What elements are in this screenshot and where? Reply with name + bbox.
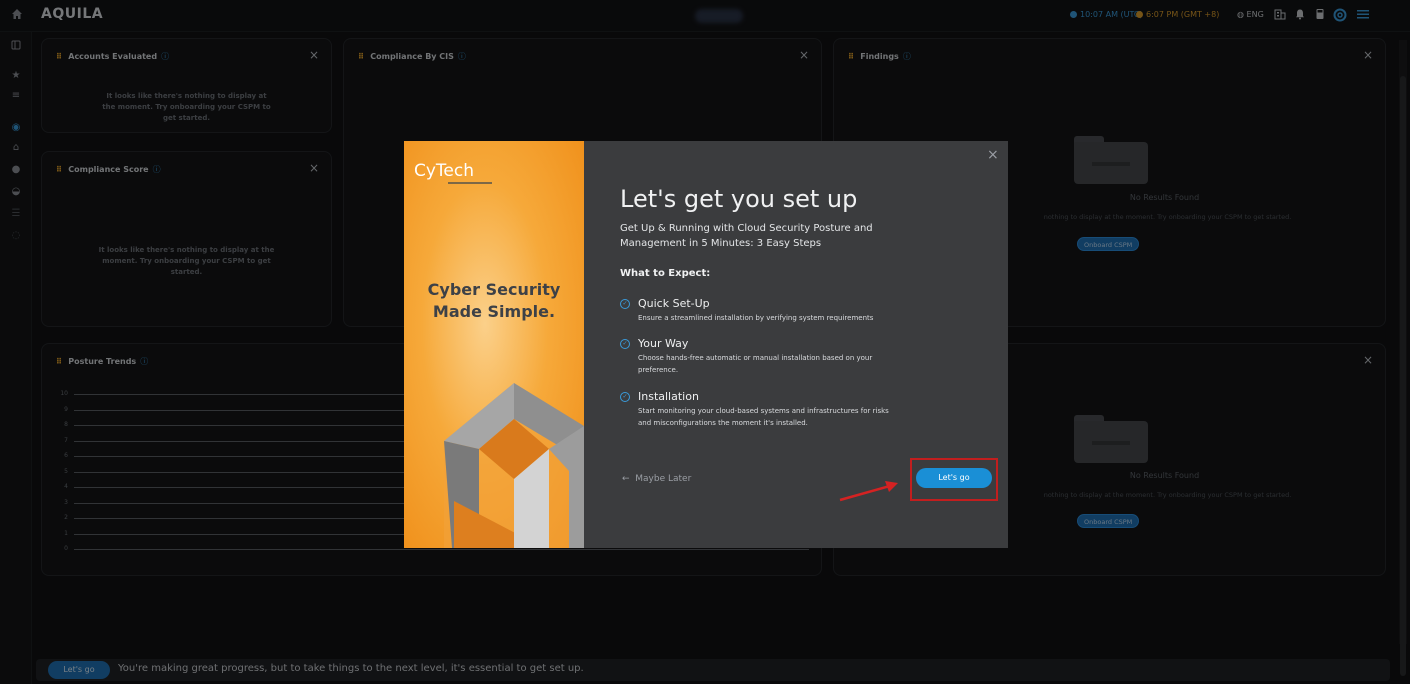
expect-heading: What to Expect: [620, 268, 711, 279]
check-circle-icon: ✓ [620, 392, 630, 402]
modal-brand-panel: CyTech Cyber Security Made Simple. [404, 141, 584, 548]
close-icon[interactable]: × [987, 147, 999, 163]
step-title: Quick Set-Up [638, 297, 710, 310]
step-title: Your Way [638, 337, 689, 350]
step-description: Start monitoring your cloud-based system… [638, 407, 889, 427]
logo-underline [448, 182, 492, 184]
step-title: Installation [638, 390, 699, 403]
cytech-logo: CyTech [414, 161, 475, 181]
step-description: Ensure a streamlined installation by ver… [638, 314, 874, 322]
lets-go-button[interactable]: Let's go [916, 468, 992, 488]
arrow-left-icon: ← [622, 474, 630, 484]
modal-content-panel: × Let's get you set up Get Up & Running … [584, 141, 1008, 548]
check-circle-icon: ✓ [620, 339, 630, 349]
annotation-arrow [839, 481, 898, 502]
step-description: Choose hands-free automatic or manual in… [638, 354, 873, 374]
modal-title: Let's get you set up [620, 185, 858, 213]
cube-illustration [444, 383, 584, 548]
check-circle-icon: ✓ [620, 299, 630, 309]
maybe-later-link[interactable]: ← Maybe Later [622, 474, 691, 484]
brand-tagline: Cyber Security Made Simple. [427, 280, 561, 321]
modal-subtitle: Get Up & Running with Cloud Security Pos… [620, 223, 873, 249]
setup-modal: CyTech Cyber Security Made Simple. × Let… [404, 141, 1008, 548]
